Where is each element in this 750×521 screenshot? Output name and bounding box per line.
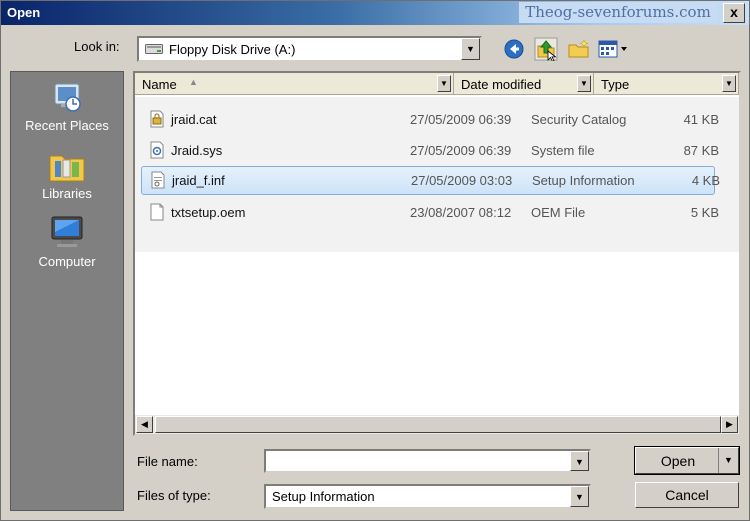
- scroll-right-button[interactable]: ▶: [721, 416, 738, 433]
- computer-icon: [51, 216, 83, 247]
- file-type: Security Catalog: [531, 112, 627, 127]
- look-in-value: Floppy Disk Drive (A:): [169, 42, 296, 57]
- file-size: 87 KB: [683, 143, 719, 158]
- floppy-drive-icon: [145, 44, 163, 54]
- open-split-dropdown[interactable]: ▼: [718, 448, 738, 473]
- file-size: 5 KB: [690, 205, 719, 220]
- open-dialog: Open Theog-sevenforums.com x Look in: Fl…: [0, 0, 750, 521]
- close-button[interactable]: x: [723, 3, 745, 23]
- chevron-down-icon: ▼: [724, 455, 733, 465]
- security-catalog-icon: [150, 110, 164, 128]
- title-bar[interactable]: Open Theog-sevenforums.com x: [1, 1, 749, 25]
- chevron-down-icon: ▼: [466, 44, 475, 54]
- place-libraries[interactable]: Libraries: [11, 148, 123, 201]
- recent-places-icon: [54, 83, 81, 112]
- file-name: txtsetup.oem: [171, 205, 246, 220]
- file-date: 27/05/2009 06:39: [410, 143, 512, 158]
- file-list[interactable]: Name ▲ ▼ Date modified ▼ Type ▼ jraid.ca…: [133, 71, 741, 436]
- blank-file-icon: [150, 203, 164, 221]
- arrow-left-icon: ◀: [141, 419, 148, 429]
- file-row[interactable]: txtsetup.oem 23/08/2007 08:12 OEM File 5…: [135, 198, 739, 227]
- system-file-icon: [150, 141, 164, 159]
- scrollbar-thumb[interactable]: [155, 416, 721, 433]
- files-of-type-dropdown[interactable]: Setup Information ▼: [264, 484, 591, 509]
- file-row-selected[interactable]: jraid_f.inf 27/05/2009 03:03 Setup Infor…: [141, 166, 720, 195]
- column-header-date-modified[interactable]: Date modified ▼: [454, 73, 594, 95]
- arrow-right-icon: ▶: [726, 419, 733, 429]
- column-header-label: Date modified: [461, 77, 542, 92]
- scroll-left-button[interactable]: ◀: [136, 416, 153, 433]
- place-recent-places[interactable]: Recent Places: [11, 80, 123, 133]
- column-header-label: Name: [142, 77, 177, 92]
- file-name: Jraid.sys: [171, 143, 223, 158]
- file-name-label: File name:: [137, 454, 198, 469]
- files-of-type-label: Files of type:: [137, 488, 211, 503]
- place-label: Computer: [38, 254, 96, 269]
- horizontal-scrollbar[interactable]: ◀ ▶: [135, 415, 739, 434]
- look-in-dropdown[interactable]: Floppy Disk Drive (A:) ▼: [137, 36, 482, 62]
- place-label: Recent Places: [25, 118, 109, 133]
- view-menu-icon[interactable]: [597, 37, 631, 61]
- column-filter-dropdown[interactable]: ▼: [722, 75, 736, 92]
- file-type: System file: [531, 143, 595, 158]
- file-type: OEM File: [531, 205, 586, 220]
- look-in-dropdown-button[interactable]: ▼: [461, 38, 480, 60]
- file-name-dropdown-button[interactable]: ▼: [570, 451, 589, 471]
- window-title: Open: [7, 5, 41, 20]
- sort-ascending-icon: ▲: [189, 77, 198, 87]
- new-folder-icon[interactable]: [567, 37, 591, 61]
- file-name: jraid.cat: [171, 112, 217, 127]
- chevron-down-icon: ▼: [575, 492, 584, 502]
- setup-info-icon: [151, 171, 165, 189]
- file-row[interactable]: jraid.cat 27/05/2009 06:39 Security Cata…: [135, 105, 739, 134]
- close-icon: x: [730, 4, 738, 20]
- file-date: 27/05/2009 06:39: [410, 112, 512, 127]
- place-computer[interactable]: Computer: [11, 214, 123, 269]
- open-button-label: Open: [660, 453, 696, 469]
- file-row[interactable]: Jraid.sys 27/05/2009 06:39 System file 8…: [135, 136, 739, 165]
- libraries-icon: [49, 155, 85, 182]
- cancel-button[interactable]: Cancel: [635, 482, 739, 508]
- column-header-name[interactable]: Name ▲ ▼: [135, 73, 454, 95]
- file-type: Setup Information: [532, 173, 635, 188]
- file-date: 27/05/2009 03:03: [411, 173, 513, 188]
- file-name-field[interactable]: ▼: [264, 449, 591, 473]
- column-filter-dropdown[interactable]: ▼: [437, 75, 451, 92]
- file-size: 4 KB: [691, 173, 720, 188]
- watermark: Theog-sevenforums.com: [519, 2, 717, 23]
- up-folder-icon[interactable]: [534, 37, 558, 61]
- chevron-down-icon: ▼: [575, 457, 584, 467]
- column-header-type[interactable]: Type ▼: [594, 73, 739, 95]
- file-rows: jraid.cat 27/05/2009 06:39 Security Cata…: [135, 97, 739, 252]
- open-button[interactable]: Open ▼: [634, 446, 740, 475]
- column-header-label: Type: [601, 77, 630, 92]
- files-of-type-dropdown-button[interactable]: ▼: [570, 486, 589, 507]
- places-bar: Recent Places Libraries Computer: [10, 71, 124, 511]
- place-label: Libraries: [42, 186, 92, 201]
- back-icon[interactable]: [502, 37, 526, 61]
- file-name: jraid_f.inf: [172, 173, 225, 188]
- files-of-type-value: Setup Information: [272, 489, 375, 504]
- column-filter-dropdown[interactable]: ▼: [577, 75, 591, 92]
- look-in-label: Look in:: [74, 39, 120, 54]
- file-date: 23/08/2007 08:12: [410, 205, 512, 220]
- file-size: 41 KB: [683, 112, 719, 127]
- cancel-button-label: Cancel: [665, 487, 709, 503]
